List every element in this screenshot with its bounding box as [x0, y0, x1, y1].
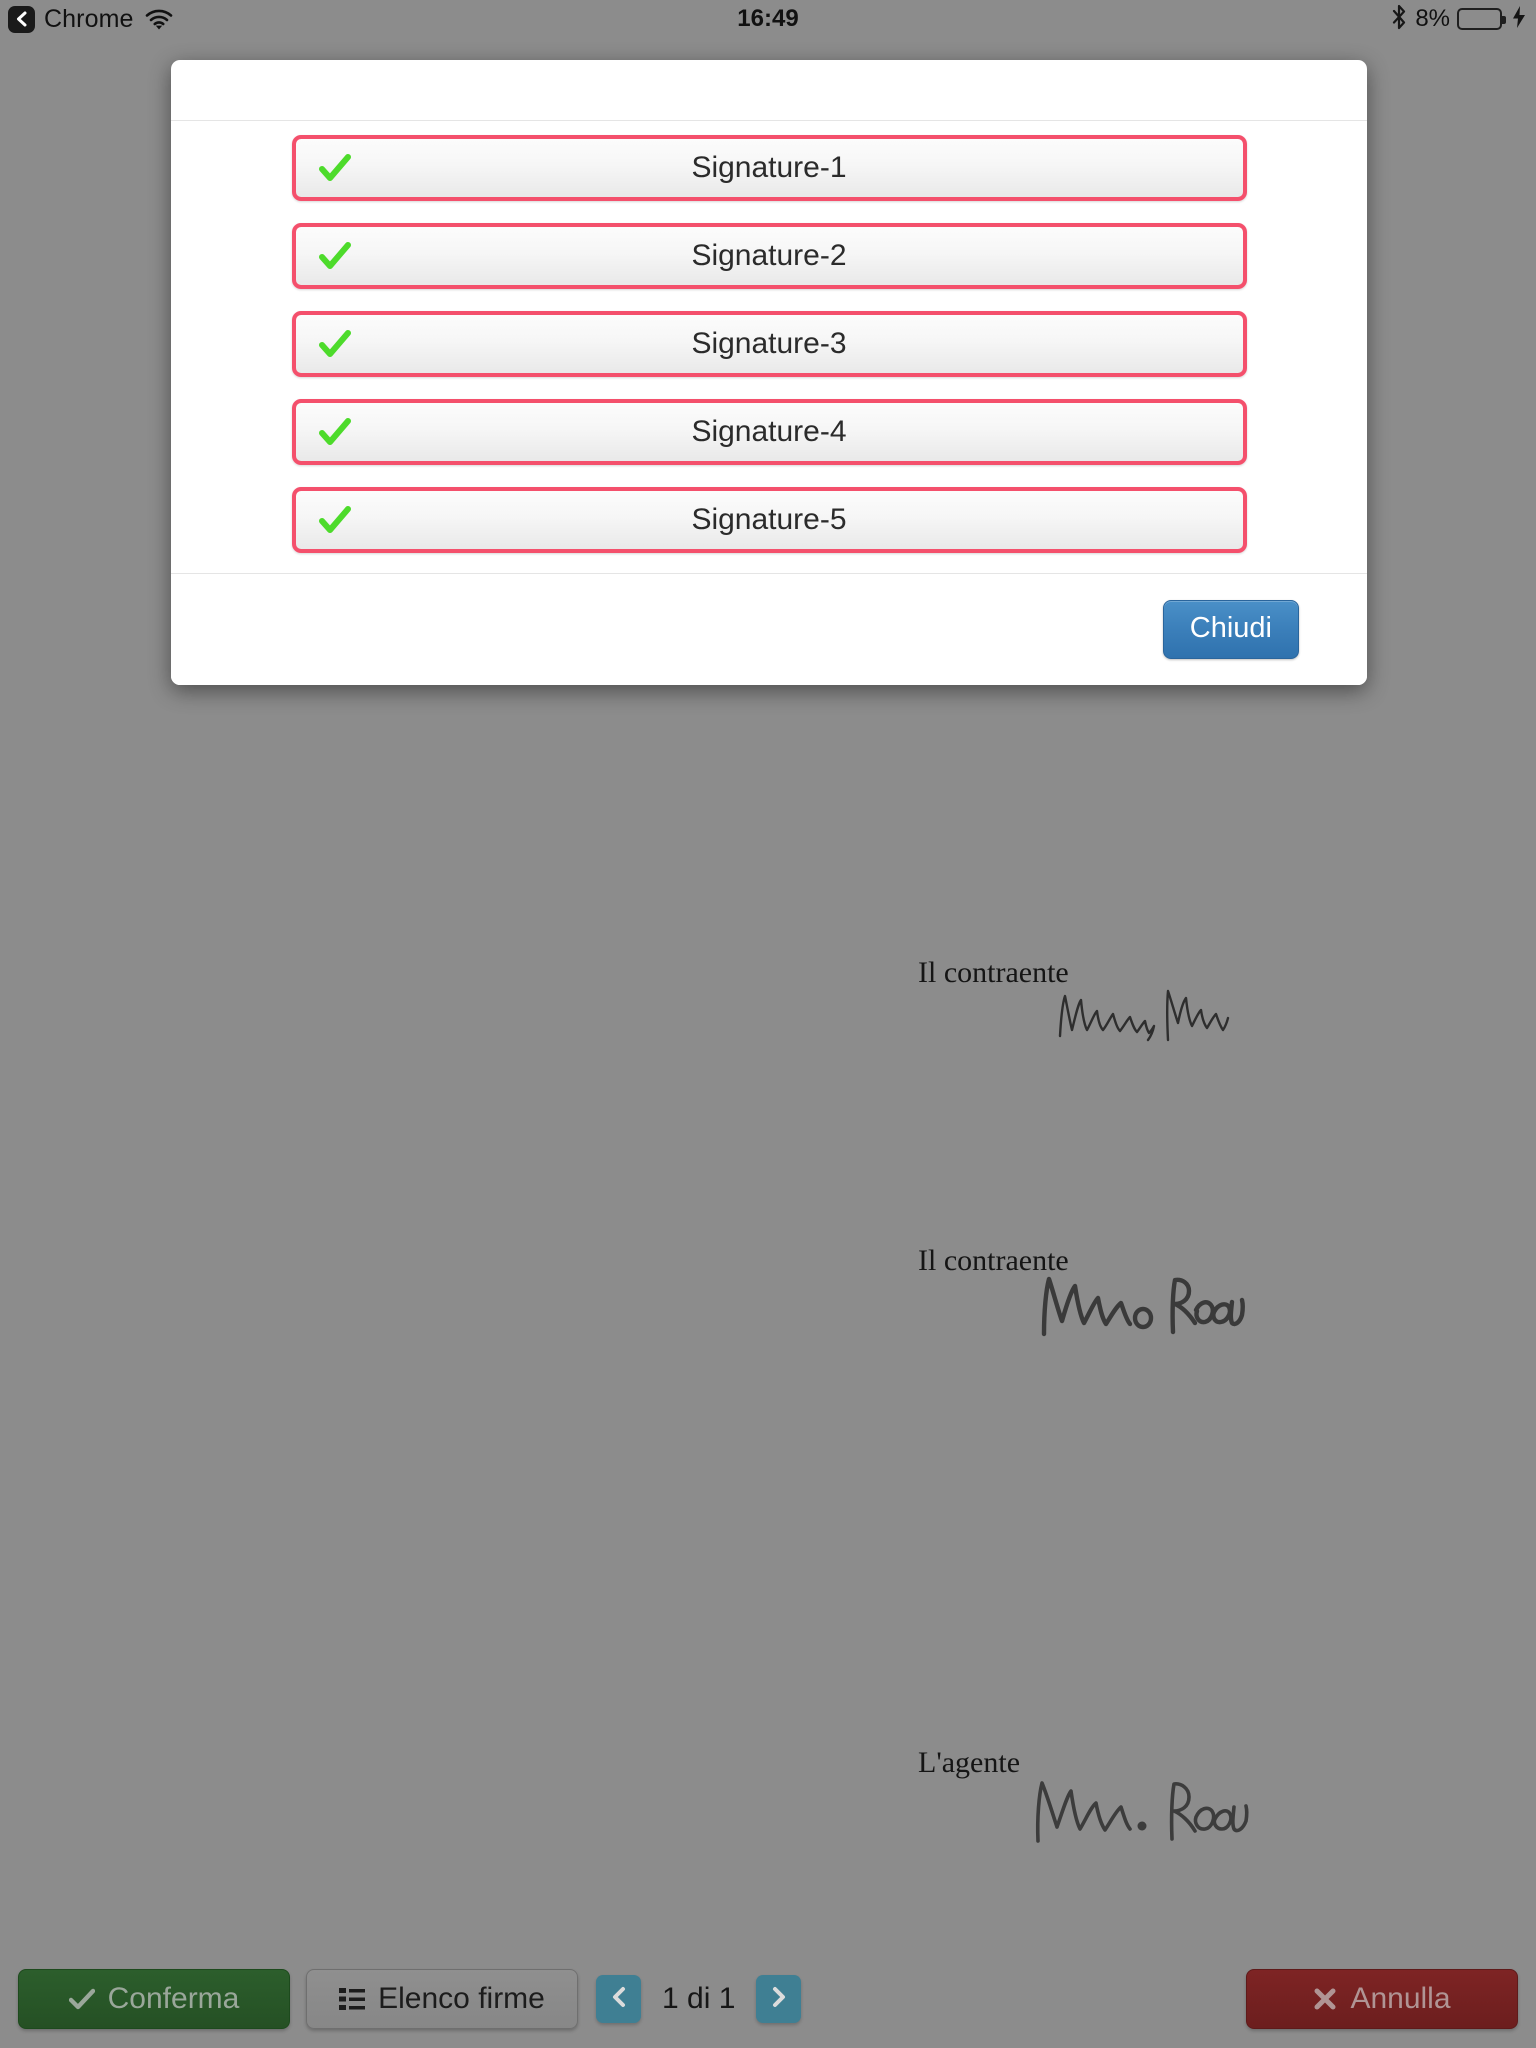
signature-row-label: Signature-4	[691, 415, 847, 448]
dialog-header	[171, 60, 1367, 121]
signature-caption: Il contraente	[918, 956, 1069, 989]
signature-row-label: Signature-2	[691, 239, 847, 272]
handwritten-signature	[1054, 978, 1234, 1048]
status-bar: Chrome 16:49 8%	[0, 0, 1536, 38]
signature-row[interactable]: Signature-5	[291, 487, 1247, 553]
list-icon	[339, 1987, 366, 2011]
check-mark-icon	[318, 151, 352, 185]
signature-list-dialog: Signature-1 Signature-2 Signature-3 Signatu…	[171, 60, 1367, 685]
signature-list-button-label: Elenco firme	[378, 1982, 545, 2015]
check-mark-icon	[68, 1988, 95, 2010]
signature-block: L'agente	[918, 1746, 1249, 1843]
confirm-button[interactable]: Conferma	[18, 1969, 290, 2029]
chevron-right-icon	[770, 1986, 788, 2013]
dialog-body: Signature-1 Signature-2 Signature-3 Signatu…	[171, 121, 1367, 574]
signature-caption: L'agente	[918, 1746, 1021, 1779]
bluetooth-icon	[1391, 4, 1408, 35]
signature-row[interactable]: Signature-1	[291, 135, 1247, 201]
bottom-toolbar: Conferma Elenco firme 1 di 1 Annulla	[0, 1950, 1536, 2048]
dialog-footer: Chiudi	[171, 574, 1367, 685]
signature-block: Il contraente	[918, 1244, 1245, 1337]
check-mark-icon	[318, 503, 352, 537]
cancel-button[interactable]: Annulla	[1246, 1969, 1518, 2029]
chevron-left-icon	[610, 1986, 628, 2013]
signature-row[interactable]: Signature-2	[291, 223, 1247, 289]
battery-icon	[1457, 8, 1506, 30]
signature-row-label: Signature-1	[691, 151, 847, 184]
signature-block: Il contraente	[918, 956, 1230, 1042]
pagination-controls: 1 di 1	[596, 1975, 802, 2023]
handwritten-signature	[1036, 1266, 1251, 1342]
confirm-button-label: Conferma	[107, 1982, 240, 2015]
prev-page-button[interactable]	[596, 1975, 641, 2023]
handwritten-signature	[1030, 1771, 1255, 1849]
cancel-button-label: Annulla	[1350, 1982, 1451, 2015]
battery-percent-label: 8%	[1415, 5, 1450, 32]
check-mark-icon	[318, 239, 352, 273]
status-bar-right: 8%	[1391, 4, 1526, 35]
signature-row-label: Signature-5	[691, 503, 847, 536]
lightning-bolt-icon	[1512, 5, 1526, 34]
signature-list-button[interactable]: Elenco firme	[306, 1969, 578, 2029]
check-mark-icon	[318, 415, 352, 449]
signature-row-label: Signature-3	[691, 327, 847, 360]
close-x-icon	[1313, 1987, 1337, 2011]
page-counter: 1 di 1	[662, 1982, 736, 2015]
close-button[interactable]: Chiudi	[1162, 600, 1299, 659]
check-mark-icon	[318, 327, 352, 361]
signature-row[interactable]: Signature-3	[291, 311, 1247, 377]
status-bar-clock: 16:49	[737, 5, 799, 32]
next-page-button[interactable]	[756, 1975, 802, 2023]
signature-row[interactable]: Signature-4	[291, 399, 1247, 465]
